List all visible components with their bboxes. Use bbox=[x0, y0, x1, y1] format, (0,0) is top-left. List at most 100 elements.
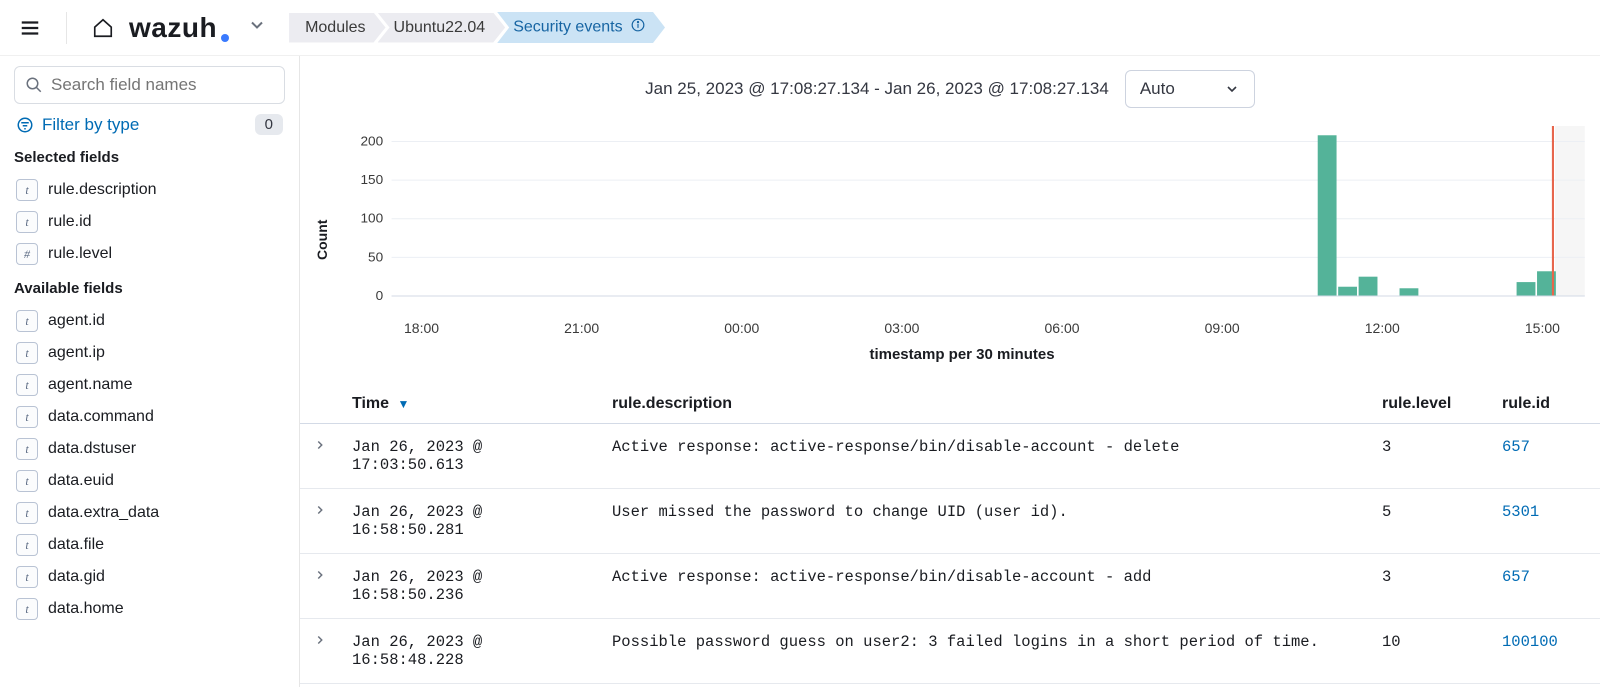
field-item[interactable]: t agent.name bbox=[14, 369, 285, 401]
chart-bar[interactable] bbox=[1318, 135, 1337, 296]
logo-dot-icon bbox=[221, 34, 229, 42]
table-row: Jan 26, 2023 @ 16:58:50.236Active respon… bbox=[300, 554, 1600, 619]
cell-rule-id[interactable]: 657 bbox=[1490, 554, 1600, 619]
breadcrumb-item[interactable]: Modules bbox=[289, 13, 385, 43]
home-button[interactable] bbox=[85, 10, 121, 46]
field-type-icon: t bbox=[16, 534, 38, 556]
cell-rule-id[interactable]: 5301 bbox=[1490, 684, 1600, 687]
field-item[interactable]: t data.command bbox=[14, 401, 285, 433]
expand-row-button[interactable] bbox=[300, 424, 340, 489]
cell-rule-id[interactable]: 657 bbox=[1490, 424, 1600, 489]
field-search[interactable] bbox=[14, 66, 285, 104]
app-header: wazuh ModulesUbuntu22.04Security events bbox=[0, 0, 1600, 56]
field-item[interactable]: tdata.euid bbox=[14, 465, 285, 497]
fields-sidebar: Filter by type 0 Selected fields trule.d… bbox=[0, 56, 300, 687]
menu-button[interactable] bbox=[12, 10, 48, 46]
field-type-icon: # bbox=[16, 243, 38, 265]
interval-value: Auto bbox=[1140, 79, 1175, 99]
chevron-right-icon bbox=[313, 568, 327, 582]
interval-select[interactable]: Auto bbox=[1125, 70, 1255, 108]
x-tick-label: 03:00 bbox=[884, 320, 919, 336]
filter-label: Filter by type bbox=[42, 115, 139, 135]
home-icon bbox=[92, 17, 114, 39]
expand-row-button[interactable] bbox=[300, 619, 340, 684]
field-name: data.dstuser bbox=[48, 440, 136, 458]
table-row: Jan 26, 2023 @ 17:03:50.613Active respon… bbox=[300, 424, 1600, 489]
field-item[interactable]: trule.description bbox=[14, 174, 285, 206]
field-name: agent.ip bbox=[48, 344, 105, 362]
column-header-time[interactable]: Time ▼ bbox=[340, 385, 600, 424]
x-axis-ticks: 18:0021:0000:0003:0006:0009:0012:0015:00 bbox=[334, 316, 1590, 336]
table-row: Jan 26, 2023 @ 16:58:50.281User missed t… bbox=[300, 489, 1600, 554]
svg-text:0: 0 bbox=[376, 288, 384, 303]
expand-row-button[interactable] bbox=[300, 489, 340, 554]
field-item[interactable]: tdata.extra_data bbox=[14, 497, 285, 529]
field-item[interactable]: tdata.home bbox=[14, 593, 285, 625]
field-search-input[interactable] bbox=[51, 75, 274, 95]
app-switcher[interactable] bbox=[247, 15, 267, 40]
cell-desc: Active response: active-response/bin/dis… bbox=[600, 554, 1370, 619]
field-name: agent.id bbox=[48, 312, 105, 330]
field-item[interactable]: tdata.gid bbox=[14, 561, 285, 593]
cell-time: Jan 26, 2023 @ 17:03:50.613 bbox=[340, 424, 600, 489]
cell-time: Jan 26, 2023 @ 16:58:42.224 bbox=[340, 684, 600, 687]
field-name: rule.id bbox=[48, 213, 92, 231]
cell-time: Jan 26, 2023 @ 16:58:48.228 bbox=[340, 619, 600, 684]
x-tick-label: 21:00 bbox=[564, 320, 599, 336]
x-axis-title: timestamp per 30 minutes bbox=[334, 346, 1590, 363]
breadcrumb: ModulesUbuntu22.04Security events bbox=[289, 12, 665, 43]
column-header-level[interactable]: rule.level bbox=[1370, 385, 1490, 424]
cell-rule-id[interactable]: 100100 bbox=[1490, 619, 1600, 684]
logo: wazuh bbox=[129, 12, 229, 44]
table-row: Jan 26, 2023 @ 16:58:42.224User missed t… bbox=[300, 684, 1600, 687]
field-type-icon: t bbox=[16, 211, 38, 233]
main-content: Jan 25, 2023 @ 17:08:27.134 - Jan 26, 20… bbox=[300, 56, 1600, 687]
field-type-icon: t bbox=[16, 438, 38, 460]
field-name: agent.name bbox=[48, 376, 133, 394]
field-type-icon: t bbox=[16, 179, 38, 201]
chart-bar[interactable] bbox=[1517, 282, 1536, 296]
field-item[interactable]: tagent.id bbox=[14, 305, 285, 337]
histogram-chart[interactable]: Count 050100150200 18:0021:0000:0003:000… bbox=[300, 116, 1600, 367]
divider bbox=[66, 12, 67, 44]
field-type-icon: t bbox=[16, 374, 38, 396]
column-header-id[interactable]: rule.id bbox=[1490, 385, 1600, 424]
expand-row-button[interactable] bbox=[300, 684, 340, 687]
logo-text: wazuh bbox=[129, 12, 217, 44]
field-name: data.extra_data bbox=[48, 504, 159, 522]
filter-by-type[interactable]: Filter by type 0 bbox=[16, 114, 283, 135]
field-name: data.command bbox=[48, 408, 154, 426]
chart-bar[interactable] bbox=[1359, 277, 1378, 296]
available-fields-header: Available fields bbox=[14, 280, 285, 297]
selected-fields-header: Selected fields bbox=[14, 149, 285, 166]
x-tick-label: 12:00 bbox=[1365, 320, 1400, 336]
breadcrumb-item[interactable]: Ubuntu22.04 bbox=[378, 13, 506, 43]
field-type-icon: t bbox=[16, 342, 38, 364]
field-item[interactable]: tdata.file bbox=[14, 529, 285, 561]
chevron-down-icon bbox=[247, 15, 267, 35]
column-header-desc[interactable]: rule.description bbox=[600, 385, 1370, 424]
x-tick-label: 06:00 bbox=[1045, 320, 1080, 336]
cell-desc: Possible password guess on user2: 3 fail… bbox=[600, 619, 1370, 684]
chevron-right-icon bbox=[313, 503, 327, 517]
cell-level: 10 bbox=[1370, 619, 1490, 684]
cell-rule-id[interactable]: 5301 bbox=[1490, 489, 1600, 554]
breadcrumb-item[interactable]: Security events bbox=[497, 12, 665, 43]
sort-desc-icon: ▼ bbox=[398, 397, 410, 411]
field-item[interactable]: t rule.id bbox=[14, 206, 285, 238]
svg-text:100: 100 bbox=[361, 211, 384, 226]
field-type-icon: t bbox=[16, 406, 38, 428]
chart-bar[interactable] bbox=[1400, 288, 1419, 296]
table-row: Jan 26, 2023 @ 16:58:48.228Possible pass… bbox=[300, 619, 1600, 684]
field-item[interactable]: #rule.level bbox=[14, 238, 285, 270]
field-item[interactable]: t agent.ip bbox=[14, 337, 285, 369]
field-type-icon: t bbox=[16, 566, 38, 588]
expand-row-button[interactable] bbox=[300, 554, 340, 619]
chart-canvas: 050100150200 bbox=[334, 116, 1590, 316]
events-table: Time ▼rule.descriptionrule.levelrule.id … bbox=[300, 385, 1600, 687]
filter-count-badge: 0 bbox=[255, 114, 283, 135]
field-item[interactable]: t data.dstuser bbox=[14, 433, 285, 465]
cell-time: Jan 26, 2023 @ 16:58:50.281 bbox=[340, 489, 600, 554]
chart-bar[interactable] bbox=[1338, 287, 1357, 296]
cell-desc: User missed the password to change UID (… bbox=[600, 684, 1370, 687]
